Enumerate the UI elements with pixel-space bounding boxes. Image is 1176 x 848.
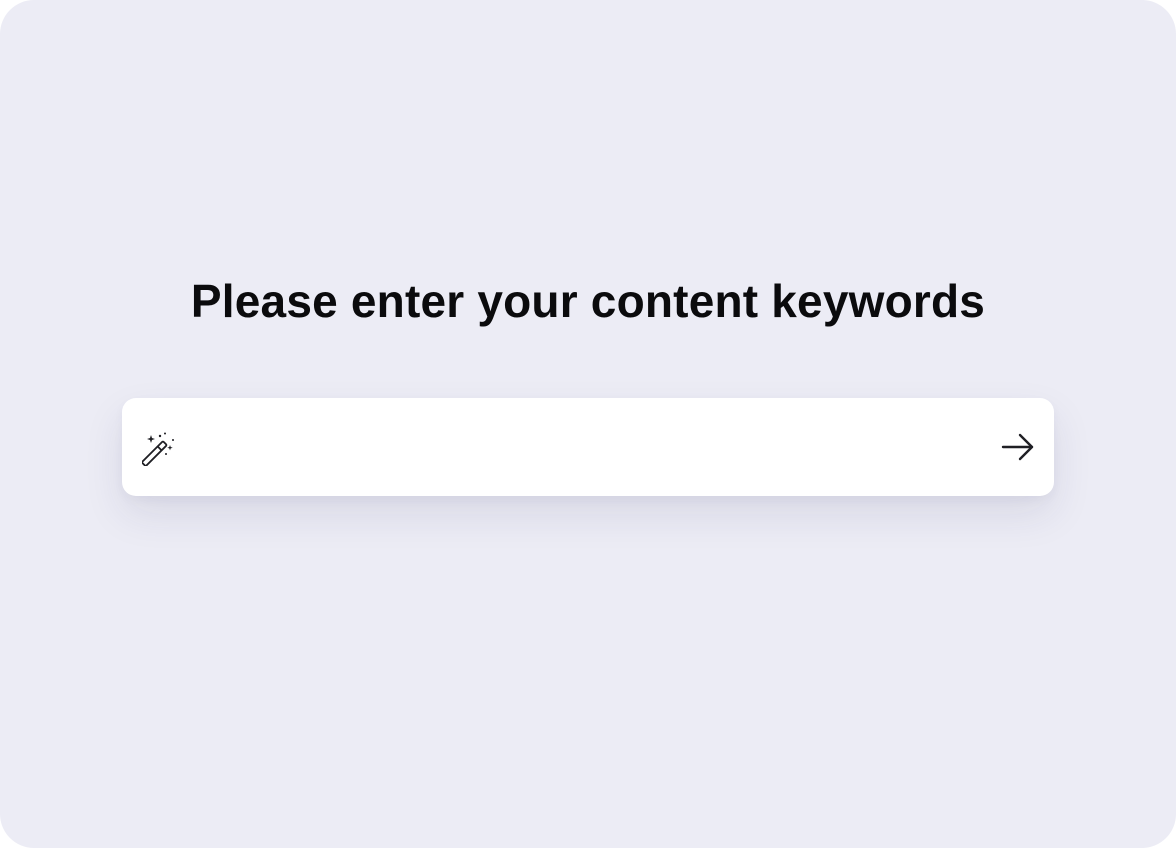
- page-title: Please enter your content keywords: [190, 275, 986, 327]
- app-canvas: Please enter your content keywords: [0, 0, 1176, 848]
- submit-button[interactable]: [998, 427, 1038, 467]
- keyword-search-bar: [122, 398, 1054, 496]
- keyword-input[interactable]: [194, 422, 974, 472]
- arrow-right-icon: [998, 427, 1038, 467]
- magic-wand-icon: [141, 430, 178, 467]
